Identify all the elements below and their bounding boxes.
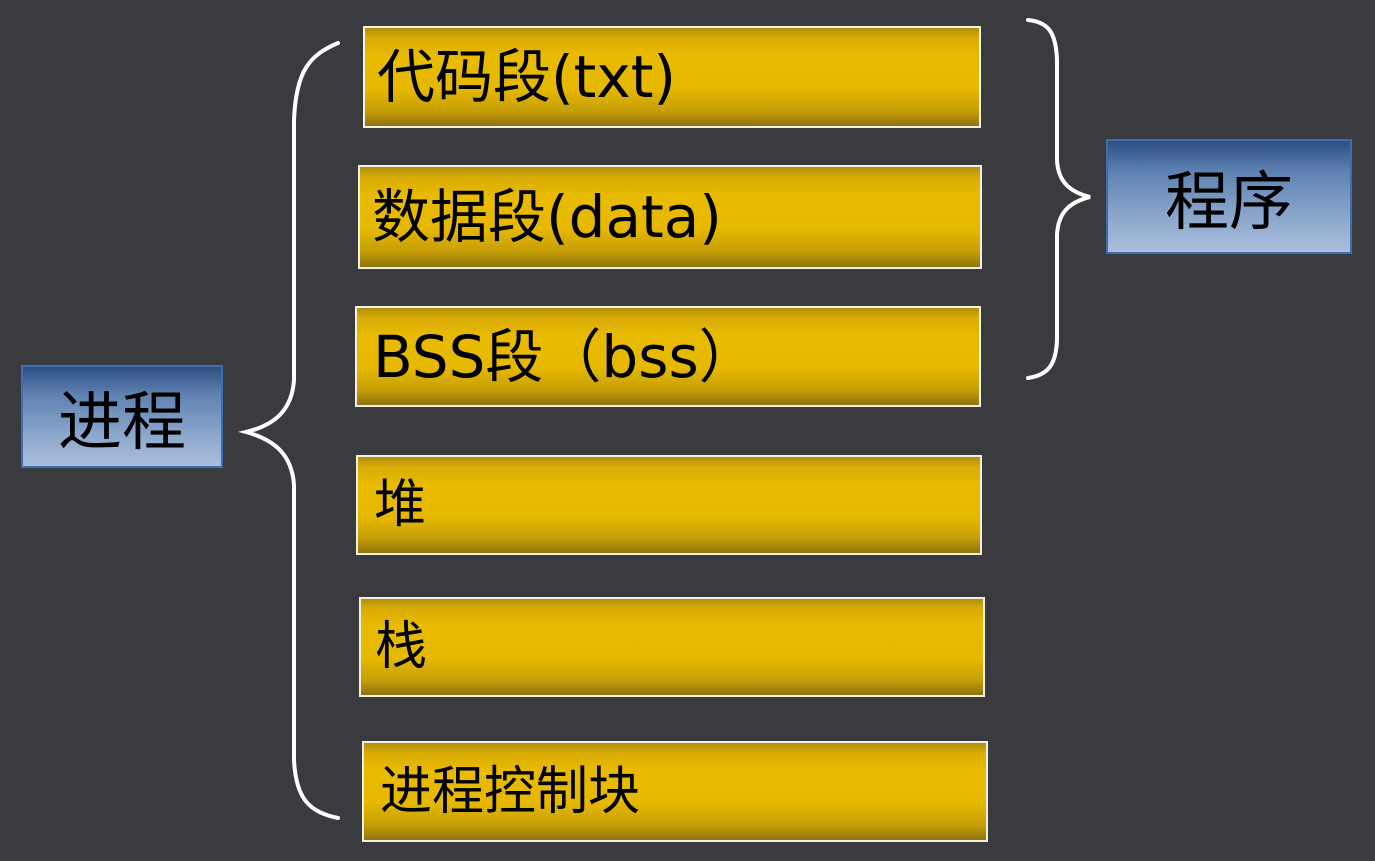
segment-stack: 栈 (359, 597, 985, 697)
segment-data: 数据段(data) (358, 165, 982, 269)
segment-bss: BSS段（bss） (355, 306, 981, 407)
process-label: 进程 (21, 365, 223, 468)
program-brace (1026, 18, 1091, 380)
process-brace (238, 41, 340, 820)
program-label-text: 程序 (1165, 165, 1293, 240)
segment-heap: 堆 (356, 455, 982, 555)
segment-bss-label: BSS段（bss） (373, 322, 757, 391)
segment-pcb-label: 进程控制块 (380, 761, 641, 822)
program-label: 程序 (1106, 139, 1352, 254)
process-label-text: 进程 (58, 385, 186, 460)
segment-heap-label: 堆 (374, 475, 427, 535)
segment-pcb: 进程控制块 (362, 741, 988, 842)
segment-data-label: 数据段(data) (372, 183, 722, 251)
segment-text: 代码段(txt) (363, 26, 981, 128)
segment-text-label: 代码段(txt) (377, 43, 677, 111)
segment-stack-label: 栈 (375, 617, 428, 677)
